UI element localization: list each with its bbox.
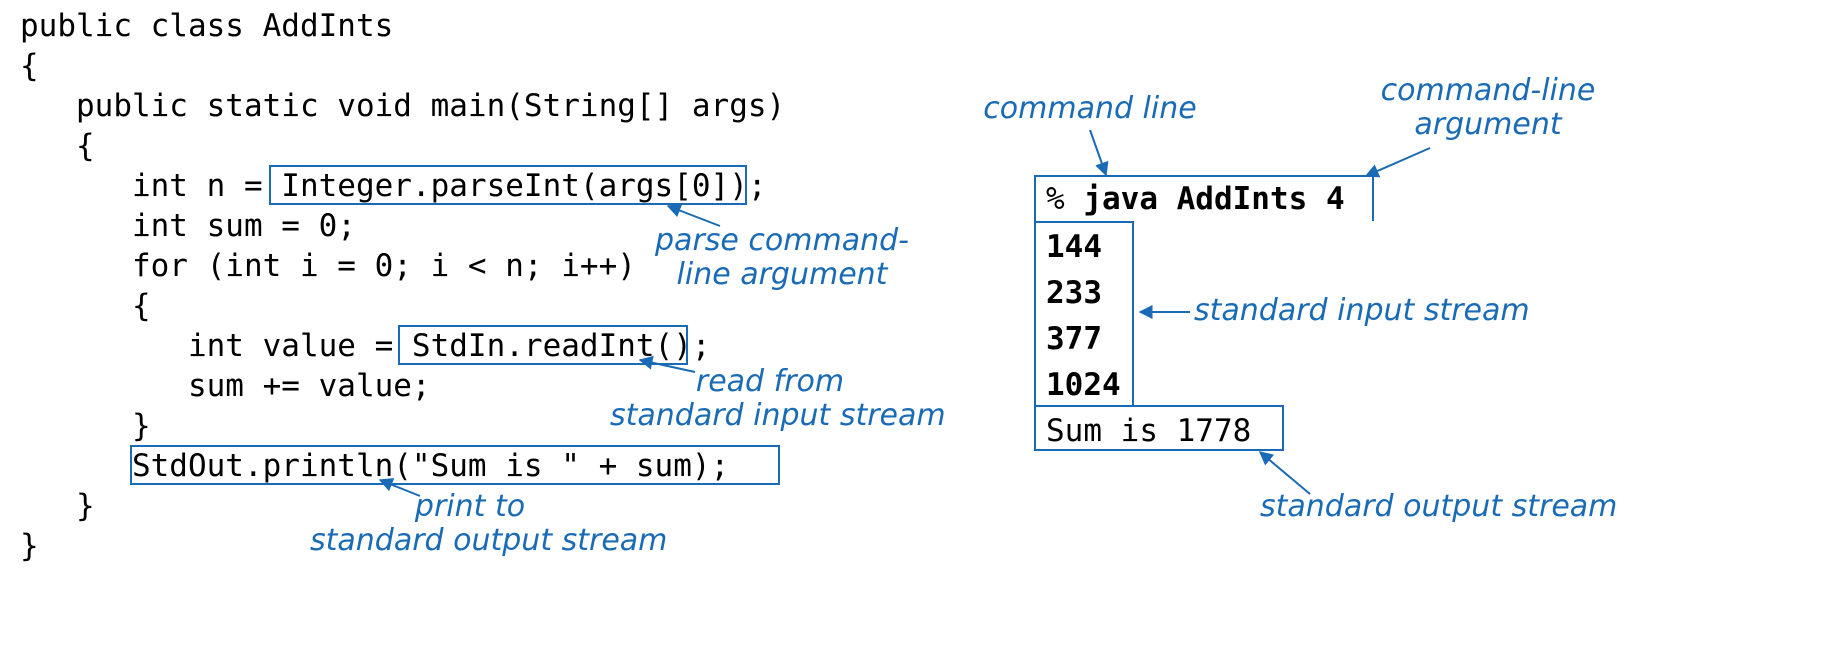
anno-print-stdout: print to standard output stream (310, 490, 630, 558)
code-line-6: int sum = 0; (20, 208, 356, 244)
anno-parse-arg: parse command- line argument (652, 224, 912, 292)
terminal-output: Sum is 1778 (1046, 413, 1251, 449)
code-line-8: { (20, 288, 151, 324)
arrow-command-line (1090, 130, 1106, 175)
anno-stdout-stream: standard output stream (1260, 490, 1620, 524)
code-line-1: public class AddInts (20, 8, 393, 44)
stdin-value-0: 144 (1046, 229, 1102, 265)
anno-command-arg: command-line argument (1368, 74, 1608, 142)
anno-command-line: command line (980, 92, 1200, 126)
box-readint (398, 325, 688, 365)
arrow-stdout (1260, 452, 1310, 494)
stdin-value-2: 377 (1046, 321, 1102, 357)
code-line-13: } (20, 488, 95, 524)
code-line-14: } (20, 528, 39, 564)
terminal-prompt: % (1046, 181, 1083, 217)
code-line-2: { (20, 48, 39, 84)
box-parseint (269, 165, 747, 205)
code-line-10: sum += value; (20, 368, 431, 404)
terminal-command: java AddInts 4 (1083, 181, 1344, 217)
arrow-command-arg (1366, 148, 1430, 176)
code-line-3: public static void main(String[] args) (20, 88, 785, 124)
terminal-command-line: % java AddInts 4 (1046, 181, 1345, 217)
code-line-4: { (20, 128, 95, 164)
anno-stdin-stream: standard input stream (1194, 294, 1534, 328)
stdin-value-1: 233 (1046, 275, 1102, 311)
stdin-value-3: 1024 (1046, 367, 1121, 403)
code-line-11: } (20, 408, 151, 444)
box-println (130, 445, 780, 485)
code-line-7: for (int i = 0; i < n; i++) (20, 248, 636, 284)
anno-read-stdin: read from standard input stream (610, 365, 930, 433)
